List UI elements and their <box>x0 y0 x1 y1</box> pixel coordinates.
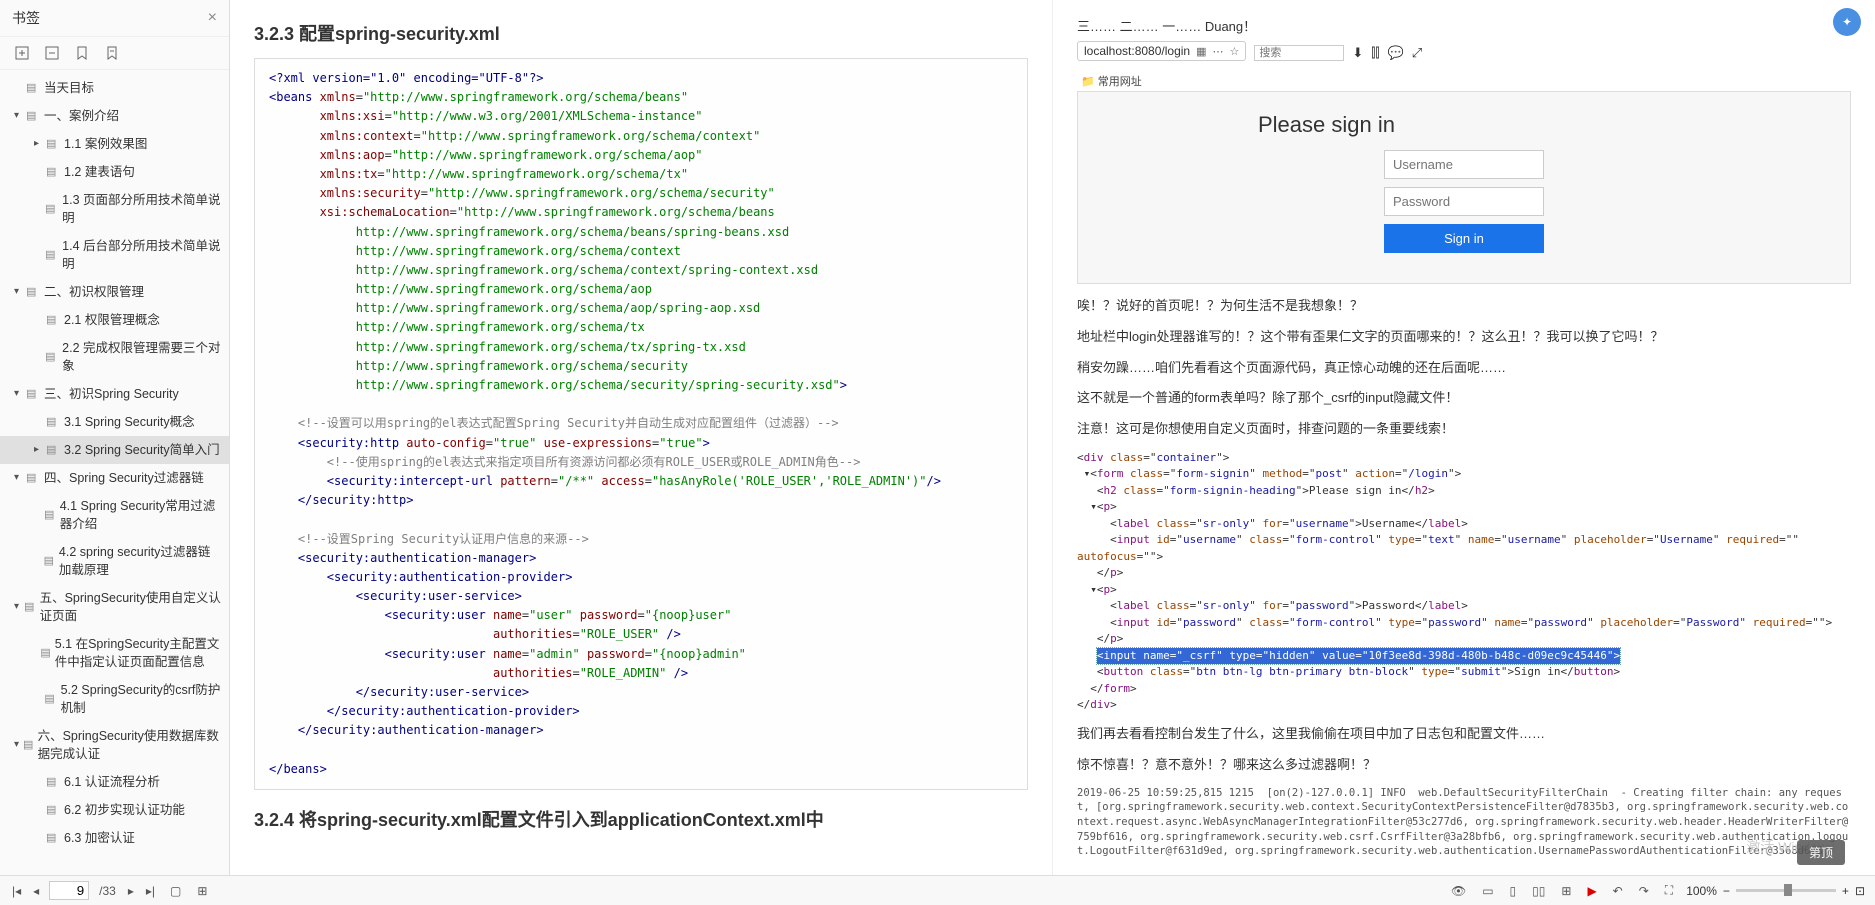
url-text: localhost:8080/login <box>1084 44 1190 58</box>
single-page-icon[interactable]: ▢ <box>167 884 184 898</box>
more-icon[interactable]: ⋯ <box>1212 45 1223 58</box>
sidebar-toolbar <box>0 37 229 70</box>
toc-item[interactable]: ▤1.3 页面部分所用技术简单说明 <box>0 186 229 232</box>
rotate-left-icon[interactable]: ↶ <box>1610 884 1626 898</box>
browser-tabs: 三…… 二…… 一…… Duang！ <box>1077 10 1851 41</box>
toc-item[interactable]: ▤1.2 建表语句 <box>0 158 229 186</box>
expand-icon[interactable]: ⤢ <box>1412 45 1422 61</box>
toc-item[interactable]: ▤1.4 后台部分所用技术简单说明 <box>0 232 229 278</box>
last-page-icon[interactable]: ▸| <box>144 884 157 898</box>
next-page-icon[interactable]: ▸ <box>126 884 136 898</box>
zoom-in-icon[interactable]: + <box>1842 884 1849 898</box>
body-text: 唉！？说好的首页呢！？为何生活不是我想象！？ <box>1077 296 1851 317</box>
toc-item[interactable]: ▤2.2 完成权限管理需要三个对象 <box>0 334 229 380</box>
body-text: 注意！这可是你想使用自定义页面时，排查问题的一条重要线索！ <box>1077 419 1851 440</box>
continuous-icon[interactable]: ⊞ <box>194 884 210 898</box>
bookmark-icon[interactable] <box>74 45 90 61</box>
assistant-button[interactable]: ✦ <box>1833 8 1861 36</box>
body-text: 惊不惊喜！？意不意外！？哪来这么多过滤器啊！？ <box>1077 755 1851 776</box>
toc-item[interactable]: ▾▤三、初识Spring Security <box>0 380 229 408</box>
collapse-icon[interactable] <box>44 45 60 61</box>
toc-item[interactable]: ▾▤四、Spring Security过滤器链 <box>0 464 229 492</box>
zoom-slider[interactable] <box>1736 889 1836 892</box>
zoom-label: 100% <box>1686 884 1717 898</box>
body-text: 我们再去看看控制台发生了什么，这里我偷偷在项目中加了日志包和配置文件…… <box>1077 724 1851 745</box>
toc-item[interactable]: ▤6.1 认证流程分析 <box>0 768 229 796</box>
qr-icon[interactable]: ▦ <box>1196 45 1206 58</box>
bookmark-bar[interactable]: 📁 常用网址 <box>1077 71 1851 91</box>
section-heading-323: 3.2.3 配置spring-security.xml <box>254 20 1028 46</box>
username-field[interactable] <box>1384 150 1544 179</box>
xml-code-block: <?xml version="1.0" encoding="UTF-8"?> <… <box>254 58 1028 790</box>
toc-item[interactable]: ▤3.1 Spring Security概念 <box>0 408 229 436</box>
password-field[interactable] <box>1384 187 1544 216</box>
login-form: Please sign in Sign in <box>1077 91 1851 284</box>
toc-item[interactable]: ▤5.2 SpringSecurity的csrf防护机制 <box>0 676 229 722</box>
zoom-out-icon[interactable]: − <box>1723 884 1730 898</box>
toc-item[interactable]: ▤6.2 初步实现认证功能 <box>0 796 229 824</box>
first-page-icon[interactable]: |◂ <box>10 884 23 898</box>
sidebar-title: 书签 <box>12 8 40 28</box>
toc-item[interactable]: ▤6.3 加密认证 <box>0 824 229 852</box>
scroll-top-button[interactable]: 第顶 <box>1797 840 1845 865</box>
search-input[interactable] <box>1254 45 1344 61</box>
eye-icon[interactable]: 👁 <box>1448 884 1469 898</box>
library-icon[interactable]: ⫿⫿ <box>1371 45 1379 61</box>
bookmark-ribbon-icon[interactable] <box>104 45 120 61</box>
chat-icon[interactable]: 💬 <box>1388 45 1404 61</box>
toc-item[interactable]: ▸▤1.1 案例效果图 <box>0 130 229 158</box>
section-heading-324: 3.2.4 将spring-security.xml配置文件引入到applica… <box>254 806 1028 832</box>
prev-page-icon[interactable]: ◂ <box>31 884 41 898</box>
status-bar: |◂ ◂ /33 ▸ ▸| ▢ ⊞ 👁 ▭ ▯ ▯▯ ⊞ ▶ ↶ ↷ ⛶ 100… <box>0 875 1875 905</box>
view-single-icon[interactable]: ▭ <box>1479 884 1496 898</box>
bookmarks-sidebar: 书签 × ▤当天目标▾▤一、案例介绍▸▤1.1 案例效果图▤1.2 建表语句▤1… <box>0 0 230 905</box>
fullscreen-icon[interactable]: ⛶ <box>1662 883 1676 898</box>
signin-button[interactable]: Sign in <box>1384 224 1544 253</box>
toc-item[interactable]: ▤当天目标 <box>0 74 229 102</box>
close-icon[interactable]: × <box>208 9 217 27</box>
view-page-icon[interactable]: ▯ <box>1507 884 1520 898</box>
page-left: 3.2.3 配置spring-security.xml <?xml versio… <box>230 0 1053 875</box>
toc-item[interactable]: ▤4.1 Spring Security常用过滤器介绍 <box>0 492 229 538</box>
star-icon[interactable]: ☆ <box>1229 45 1239 58</box>
view-double-icon[interactable]: ▯▯ <box>1529 884 1548 898</box>
devtools-source: <div class="container"> ▾<form class="fo… <box>1077 450 1851 714</box>
page-total: /33 <box>97 884 118 898</box>
fit-icon[interactable]: ⊡ <box>1855 884 1865 898</box>
body-text: 地址栏中login处理器谁写的！？这个带有歪果仁文字的页面哪来的！？这么丑！？我… <box>1077 327 1851 348</box>
play-icon[interactable]: ▶ <box>1584 884 1599 898</box>
body-text: 这不就是一个普通的form表单吗？除了那个_csrf的input隐藏文件！ <box>1077 388 1851 409</box>
toc-item[interactable]: ▾▤五、SpringSecurity使用自定义认证页面 <box>0 584 229 630</box>
toc-tree: ▤当天目标▾▤一、案例介绍▸▤1.1 案例效果图▤1.2 建表语句▤1.3 页面… <box>0 70 229 905</box>
address-bar[interactable]: localhost:8080/login ▦ ⋯ ☆ <box>1077 41 1246 61</box>
rotate-right-icon[interactable]: ↷ <box>1636 884 1652 898</box>
expand-icon[interactable] <box>14 45 30 61</box>
view-grid-icon[interactable]: ⊞ <box>1558 884 1574 898</box>
toc-item[interactable]: ▾▤六、SpringSecurity使用数据库数据完成认证 <box>0 722 229 768</box>
toc-item[interactable]: ▤2.1 权限管理概念 <box>0 306 229 334</box>
page-right: 三…… 二…… 一…… Duang！ localhost:8080/login … <box>1053 0 1875 875</box>
toc-item[interactable]: ▸▤3.2 Spring Security简单入门 <box>0 436 229 464</box>
toc-item[interactable]: ▤5.1 在SpringSecurity主配置文件中指定认证页面配置信息 <box>0 630 229 676</box>
download-icon[interactable]: ⬇ <box>1352 45 1363 61</box>
page-input[interactable] <box>49 881 89 900</box>
login-heading: Please sign in <box>1258 112 1395 138</box>
toc-item[interactable]: ▾▤一、案例介绍 <box>0 102 229 130</box>
console-log: 2019-06-25 10:59:25,815 1215 [on(2)-127.… <box>1077 786 1851 859</box>
toc-item[interactable]: ▤4.2 spring security过滤器链加载原理 <box>0 538 229 584</box>
body-text: 稍安勿躁……咱们先看看这个页面源代码，真正惊心动魄的还在后面呢…… <box>1077 358 1851 379</box>
toc-item[interactable]: ▾▤二、初识权限管理 <box>0 278 229 306</box>
